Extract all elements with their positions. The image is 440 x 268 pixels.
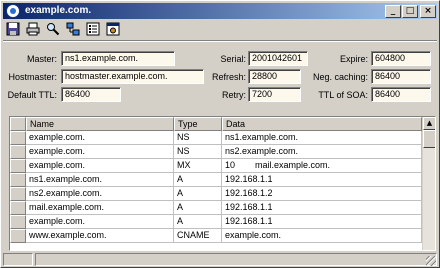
cell-data: 192.168.1.1	[222, 173, 422, 187]
table-row[interactable]: example.com. MX 10 mail.example.com.	[10, 159, 422, 173]
row-selector[interactable]	[10, 173, 26, 187]
column-header-name[interactable]: Name	[26, 117, 174, 131]
master-field[interactable]: ns1.example.com.	[61, 51, 175, 66]
cell-data-value: 192.168.1.1	[225, 174, 273, 184]
serial-label: Serial:	[220, 54, 246, 64]
cell-data-value: ns1.example.com.	[225, 132, 299, 142]
print-icon[interactable]	[25, 21, 41, 37]
table-row[interactable]: example.com. NS ns2.example.com.	[10, 145, 422, 159]
title-bar[interactable]: example.com. _ □ ×	[3, 3, 437, 19]
cell-data: 192.168.1.1	[222, 201, 422, 215]
table-row[interactable]: ns2.example.com. A 192.168.1.2	[10, 187, 422, 201]
cell-data-value: mail.example.com.	[255, 160, 331, 170]
default-ttl-field[interactable]: 86400	[61, 87, 121, 102]
network-icon[interactable]	[65, 21, 81, 37]
row-selector[interactable]	[10, 215, 26, 229]
minimize-button[interactable]: _	[385, 5, 401, 18]
neg-caching-field[interactable]: 86400	[371, 69, 431, 84]
refresh-label: Refresh:	[211, 72, 246, 82]
cell-data: 10 mail.example.com.	[222, 159, 422, 173]
vertical-scrollbar[interactable]: ▲	[422, 117, 435, 250]
cell-type: A	[174, 215, 222, 229]
save-icon[interactable]	[5, 21, 21, 37]
row-selector[interactable]	[10, 201, 26, 215]
ttl-soa-label: TTL of SOA:	[318, 90, 368, 100]
scroll-up-button[interactable]: ▲	[423, 117, 435, 130]
cell-type: CNAME	[174, 229, 222, 243]
cell-data: ns1.example.com.	[222, 131, 422, 145]
expire-label: Expire:	[339, 54, 368, 64]
refresh-field[interactable]: 28800	[248, 69, 301, 84]
cell-data-value: 192.168.1.1	[225, 216, 273, 226]
row-selector[interactable]	[10, 145, 26, 159]
retry-field[interactable]: 7200	[248, 87, 301, 102]
table-row[interactable]: www.example.com. CNAME example.com.	[10, 229, 422, 243]
table-row[interactable]: ns1.example.com. A 192.168.1.1	[10, 173, 422, 187]
cell-name: ns1.example.com.	[26, 173, 174, 187]
cell-type: NS	[174, 145, 222, 159]
cell-type: A	[174, 173, 222, 187]
row-selector[interactable]	[10, 159, 26, 173]
cell-name: ns2.example.com.	[26, 187, 174, 201]
properties-icon[interactable]	[105, 21, 121, 37]
cell-type: MX	[174, 159, 222, 173]
row-selector[interactable]	[10, 187, 26, 201]
retry-label: Retry:	[221, 90, 246, 100]
serial-field[interactable]: 2001042601	[248, 51, 308, 66]
list-icon[interactable]	[85, 21, 101, 37]
cell-type: A	[174, 201, 222, 215]
row-selector[interactable]	[10, 229, 26, 243]
cell-name: www.example.com.	[26, 229, 174, 243]
table-row[interactable]: example.com. A 192.168.1.1	[10, 215, 422, 229]
cell-data-preference: 10	[225, 160, 236, 170]
close-button[interactable]: ×	[420, 5, 436, 18]
cell-data: example.com.	[222, 229, 422, 243]
cell-data-value: 192.168.1.1	[225, 202, 273, 212]
cell-data-value: 192.168.1.2	[225, 188, 273, 198]
hostmaster-field[interactable]: hostmaster.example.com.	[61, 69, 204, 84]
status-panel	[35, 253, 437, 266]
row-selector[interactable]	[10, 131, 26, 145]
toolbar	[5, 21, 435, 39]
cell-data: 192.168.1.1	[222, 215, 422, 229]
master-label: Master:	[26, 54, 57, 64]
default-ttl-label: Default TTL:	[7, 90, 57, 100]
status-bar	[3, 253, 437, 267]
maximize-button[interactable]: □	[402, 5, 418, 18]
hostmaster-label: Hostmaster:	[8, 72, 57, 82]
cell-name: example.com.	[26, 131, 174, 145]
status-panel	[3, 253, 33, 266]
cell-data-value: ns2.example.com.	[225, 146, 299, 156]
table-corner	[10, 117, 26, 131]
table-row[interactable]: example.com. NS ns1.example.com.	[10, 131, 422, 145]
cell-data-value: example.com.	[225, 230, 282, 240]
zone-window: example.com. _ □ × Master: ns1.example.c…	[0, 0, 440, 268]
scroll-thumb[interactable]	[423, 130, 435, 148]
column-header-data[interactable]: Data	[222, 117, 422, 131]
neg-caching-label: Neg. caching:	[312, 72, 368, 82]
cell-name: mail.example.com.	[26, 201, 174, 215]
cell-name: example.com.	[26, 159, 174, 173]
cell-type: A	[174, 187, 222, 201]
search-icon[interactable]	[45, 21, 61, 37]
records-table: Name Type Data example.com. NS ns1.examp…	[9, 116, 436, 251]
cell-data: 192.168.1.2	[222, 187, 422, 201]
toolbar-separator	[3, 40, 437, 42]
cell-type: NS	[174, 131, 222, 145]
cell-data: ns2.example.com.	[222, 145, 422, 159]
expire-field[interactable]: 604800	[371, 51, 431, 66]
app-icon[interactable]	[6, 4, 20, 18]
table-row[interactable]: mail.example.com. A 192.168.1.1	[10, 201, 422, 215]
window-title: example.com.	[25, 5, 92, 16]
ttl-soa-field[interactable]: 86400	[371, 87, 431, 102]
resize-grip[interactable]	[426, 256, 436, 266]
column-header-type[interactable]: Type	[174, 117, 222, 131]
cell-name: example.com.	[26, 145, 174, 159]
cell-name: example.com.	[26, 215, 174, 229]
